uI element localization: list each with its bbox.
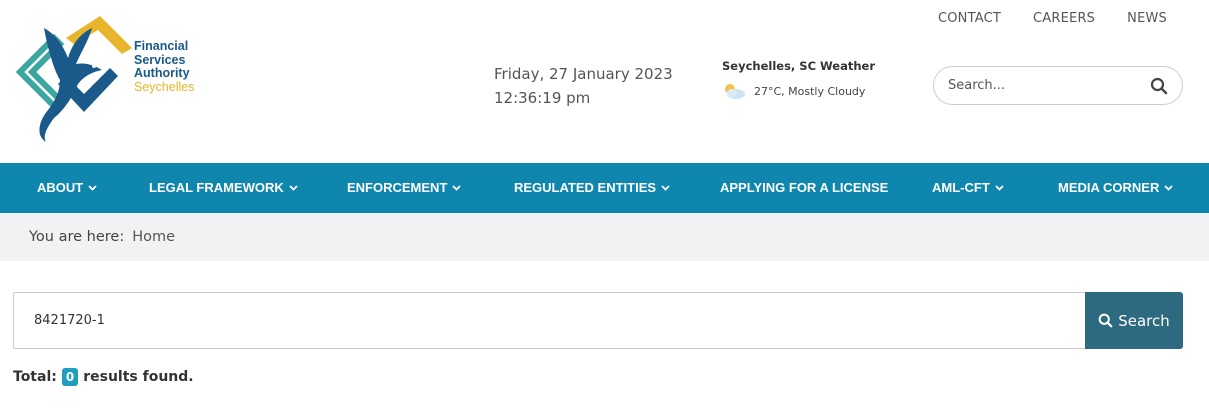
chevron-down-icon [661, 184, 670, 191]
nav-item-aml-cft[interactable]: AML-CFT [932, 180, 1004, 195]
chevron-down-icon [88, 184, 97, 191]
chevron-down-icon [995, 184, 1004, 191]
breadcrumb-home-link[interactable]: Home [132, 229, 175, 245]
weather-summary: 27°C, Mostly Cloudy [754, 84, 866, 98]
results-count-badge: 0 [61, 368, 79, 386]
contact-link[interactable]: CONTACT [938, 11, 1001, 26]
news-link[interactable]: NEWS [1127, 11, 1167, 26]
header-search-input[interactable] [948, 78, 1150, 93]
results-prefix: Total: [13, 369, 57, 385]
search-button-label: Search [1118, 311, 1170, 330]
weather-widget: Seychelles, SC Weather 27°C, Mostly Clou… [722, 59, 875, 100]
breadcrumb: You are here: Home [0, 213, 1209, 261]
current-date: Friday, 27 January 2023 [494, 65, 673, 83]
results-summary: Total: 0 results found. [13, 368, 194, 386]
search-icon [1098, 313, 1113, 328]
chevron-down-icon [1164, 184, 1173, 191]
chevron-down-icon [289, 184, 298, 191]
search-button[interactable]: Search [1085, 292, 1183, 349]
results-suffix: results found. [83, 369, 194, 385]
careers-link[interactable]: CAREERS [1033, 11, 1095, 26]
chevron-down-icon [452, 184, 462, 191]
nav-item-about[interactable]: ABOUT [37, 180, 97, 195]
logo-text: Financial Services Authority Seychelles [134, 39, 195, 94]
current-time: 12:36:19 pm [494, 89, 591, 107]
top-links: CONTACT CAREERS NEWS [938, 11, 1167, 26]
search-icon[interactable] [1150, 77, 1168, 95]
nav-item-legal-framework[interactable]: LEGAL FRAMEWORK [149, 180, 298, 195]
nav-item-regulated-entities[interactable]: REGULATED ENTITIES [514, 180, 670, 195]
main-search: Search [13, 292, 1183, 349]
breadcrumb-prefix: You are here: [29, 229, 125, 245]
nav-item-applying-for-a-license[interactable]: APPLYING FOR A LICENSE [720, 180, 888, 195]
header-search [933, 66, 1183, 105]
nav-item-media-corner[interactable]: MEDIA CORNER [1058, 180, 1173, 195]
weather-title: Seychelles, SC Weather [722, 59, 875, 73]
main-search-input[interactable] [13, 292, 1085, 349]
partly-cloudy-icon [725, 84, 745, 99]
main-nav: ABOUT LEGAL FRAMEWORK ENFORCEMENT REGULA… [0, 163, 1209, 213]
date-time: Friday, 27 January 2023 12:36:19 pm [494, 62, 673, 110]
nav-item-enforcement[interactable]: ENFORCEMENT [347, 180, 462, 195]
